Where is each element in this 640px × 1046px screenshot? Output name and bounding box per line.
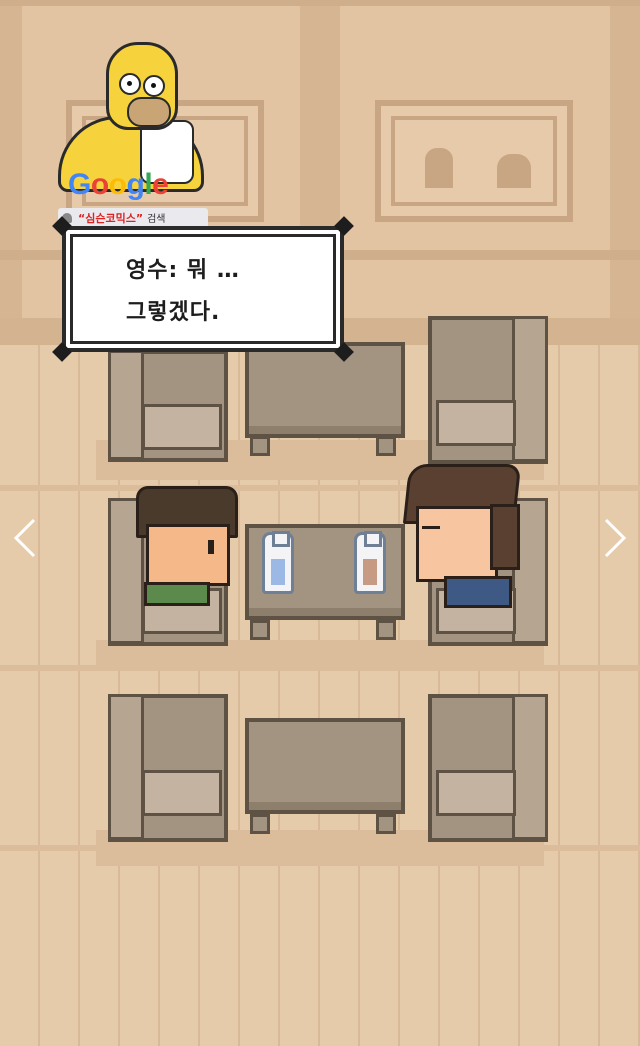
chevron-left-icon: [13, 518, 36, 558]
next-page-button[interactable]: [594, 516, 634, 560]
dialog-line-1: 영수: 뭐 …: [126, 258, 240, 283]
wall-trim: [0, 0, 640, 6]
table-3: [245, 718, 405, 814]
table-leg: [376, 814, 396, 834]
table-leg: [250, 620, 270, 640]
google-logo-letter: G: [68, 168, 91, 201]
water-bottle-blue: [262, 531, 294, 594]
wall-pillar: [0, 0, 22, 345]
character-face: [416, 506, 498, 582]
ad-search-label: 검색: [147, 214, 166, 225]
picture-frame-right: [375, 100, 573, 222]
wall-pillar: [610, 0, 640, 345]
bottle-cap: [364, 531, 382, 547]
google-logo-letter: e: [152, 168, 169, 201]
game-scene: Google “심슨코믹스” 검색 영수: 뭐 … 그렇겠다.: [0, 0, 640, 1046]
sofa-left-3: [108, 694, 228, 842]
chevron-right-icon: [604, 518, 627, 558]
frame-silhouette: [425, 148, 453, 188]
table-leg: [250, 814, 270, 834]
dialog-box[interactable]: 영수: 뭐 … 그렇겠다.: [52, 216, 354, 362]
homer-head: [106, 42, 178, 130]
frame-silhouette: [497, 154, 531, 188]
google-logo-letter: o: [90, 168, 109, 201]
sofa-right-3: [428, 694, 548, 842]
homer-eye: [143, 75, 165, 97]
drink-bottle-brown: [354, 531, 386, 594]
floor-band: [0, 485, 640, 491]
bottle-liquid: [363, 559, 377, 585]
prev-page-button[interactable]: [6, 516, 46, 560]
sofa-back: [512, 694, 548, 840]
google-logo-letter: o: [108, 168, 127, 201]
table-leg: [376, 620, 396, 640]
sofa-cushion: [142, 770, 222, 816]
google-logo: Google: [68, 168, 169, 202]
sofa-cushion: [436, 770, 516, 816]
homer-eye: [119, 73, 141, 95]
table-leg: [376, 436, 396, 456]
homer-muzzle: [127, 97, 171, 127]
homer-pupil: [151, 83, 156, 88]
table-1: [245, 342, 405, 438]
google-logo-letter: g: [126, 168, 145, 201]
google-logo-letter: l: [144, 168, 153, 201]
sofa-left-1: [108, 350, 228, 462]
character-right: [396, 450, 522, 608]
sofa-back: [512, 316, 548, 462]
search-ad-overlay[interactable]: Google “심슨코믹스” 검색: [58, 30, 208, 230]
character-hair-side: [490, 504, 520, 570]
bottle-cap: [272, 531, 290, 547]
character-left: [136, 486, 238, 606]
frame-inner: [391, 116, 557, 206]
sofa-cushion: [436, 400, 516, 446]
dialog-line-2: 그렇겠다.: [126, 300, 221, 325]
sofa-cushion: [142, 404, 222, 450]
character-face: [146, 524, 230, 586]
table-leg: [250, 436, 270, 456]
homer-pupil: [127, 81, 132, 86]
sofa-back: [108, 350, 144, 460]
character-eye-closed: [422, 526, 440, 529]
sofa-back: [108, 694, 144, 840]
character-shirt: [144, 582, 210, 606]
sofa-right-1: [428, 316, 548, 464]
character-eye: [208, 540, 214, 554]
bottle-liquid: [271, 559, 285, 585]
character-shirt: [444, 576, 512, 608]
